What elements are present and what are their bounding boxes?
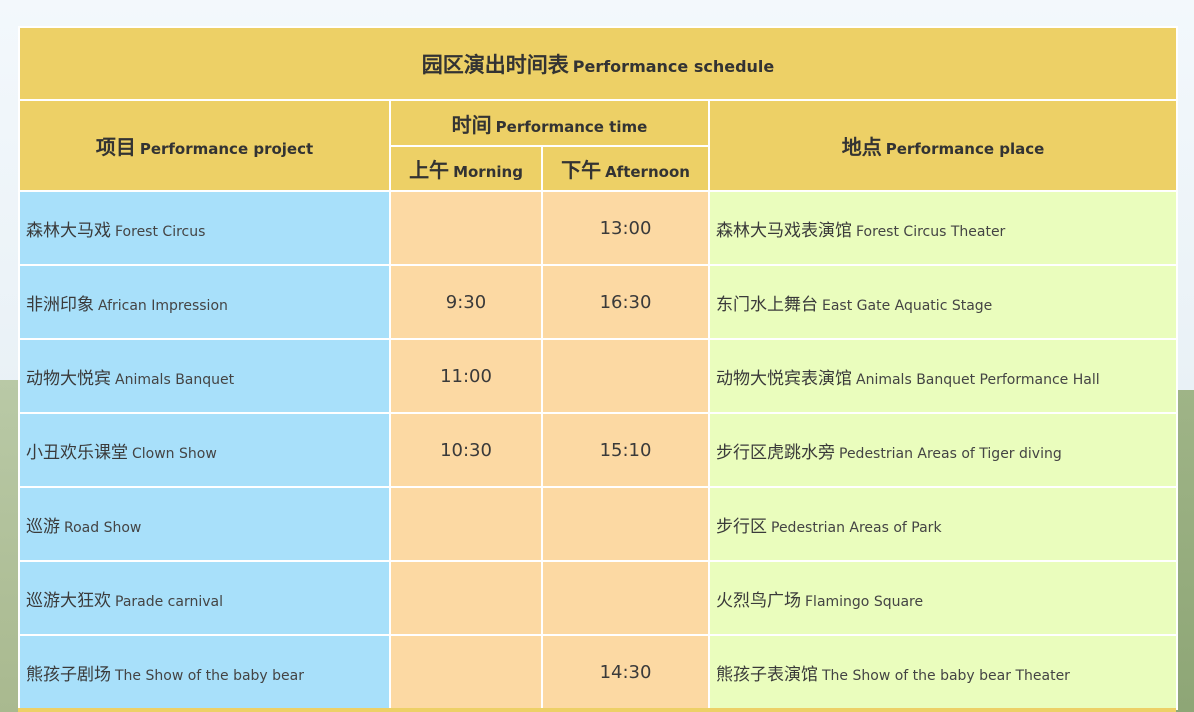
- project-cell: 巡游大狂欢 Parade carnival: [18, 560, 391, 636]
- place-cell: 东门水上舞台 East Gate Aquatic Stage: [707, 264, 1179, 340]
- project-name-en: Road Show: [64, 519, 142, 536]
- header-project-en: Performance project: [139, 140, 314, 158]
- project-name-en: African Impression: [98, 297, 228, 314]
- morning-time: 10:30: [389, 412, 543, 488]
- header-place-en: Performance place: [885, 140, 1045, 158]
- afternoon-time: [541, 486, 710, 562]
- header-afternoon-zh: 下午: [561, 158, 602, 182]
- table-title-zh: 园区演出时间表: [421, 52, 569, 77]
- project-cell: 熊孩子剧场 The Show of the baby bear: [18, 634, 391, 710]
- header-project: 项目 Performance project: [18, 99, 391, 192]
- project-name-en: The Show of the baby bear: [115, 667, 305, 684]
- morning-time: [389, 634, 543, 710]
- project-name-zh: 巡游大狂欢: [26, 590, 111, 611]
- place-name-zh: 火烈鸟广场: [716, 590, 801, 611]
- place-name-zh: 动物大悦宾表演馆: [716, 368, 852, 389]
- header-afternoon: 下午 Afternoon: [541, 145, 710, 192]
- performance-schedule-table: 园区演出时间表 Performance schedule 项目 Performanc…: [17, 26, 1179, 710]
- project-name-en: Forest Circus: [115, 223, 206, 240]
- table-title: 园区演出时间表 Performance schedule: [17, 26, 1179, 101]
- morning-time: [389, 486, 543, 562]
- project-name-zh: 森林大马戏: [26, 220, 111, 241]
- table-row: 动物大悦宾 Animals Banquet 11:00 动物大悦宾表演馆 Anima…: [18, 338, 1179, 414]
- afternoon-time: [541, 560, 710, 636]
- project-cell: 小丑欢乐课堂 Clown Show: [18, 412, 391, 488]
- header-time-zh: 时间: [451, 112, 492, 137]
- morning-time: 9:30: [389, 264, 543, 340]
- place-name-zh: 步行区: [716, 516, 767, 537]
- table-row: 非洲印象 African Impression 9:30 16:30 东门水上舞台…: [18, 264, 1179, 340]
- afternoon-time: 13:00: [541, 190, 710, 266]
- afternoon-time: 16:30: [541, 264, 710, 340]
- place-name-zh: 步行区虎跳水旁: [716, 442, 835, 463]
- project-name-zh: 巡游: [26, 516, 60, 537]
- place-cell: 火烈鸟广场 Flamingo Square: [707, 560, 1179, 636]
- place-cell: 动物大悦宾表演馆 Animals Banquet Performance Hall: [707, 338, 1179, 414]
- table-row: 巡游大狂欢 Parade carnival 火烈鸟广场 Flamingo Squar…: [18, 560, 1179, 636]
- project-name-en: Clown Show: [132, 445, 217, 462]
- project-name-zh: 小丑欢乐课堂: [26, 442, 128, 463]
- project-name-en: Parade carnival: [115, 593, 223, 610]
- header-morning-en: Morning: [453, 163, 523, 181]
- place-name-en: Pedestrian Areas of Tiger diving: [839, 445, 1062, 462]
- place-name-zh: 东门水上舞台: [716, 294, 818, 315]
- project-cell: 动物大悦宾 Animals Banquet: [18, 338, 391, 414]
- place-name-zh: 森林大马戏表演馆: [716, 220, 852, 241]
- project-cell: 森林大马戏 Forest Circus: [18, 190, 391, 266]
- afternoon-time: 14:30: [541, 634, 710, 710]
- place-cell: 熊孩子表演馆 The Show of the baby bear Theater: [707, 634, 1179, 710]
- table-title-en: Performance schedule: [572, 56, 775, 76]
- header-morning-zh: 上午: [409, 158, 450, 182]
- place-name-en: Flamingo Square: [805, 593, 924, 610]
- project-name-zh: 动物大悦宾: [26, 368, 111, 389]
- project-cell: 非洲印象 African Impression: [18, 264, 391, 340]
- project-name-en: Animals Banquet: [115, 371, 235, 388]
- morning-time: [389, 560, 543, 636]
- place-name-en: Animals Banquet Performance Hall: [856, 371, 1100, 388]
- header-morning: 上午 Morning: [389, 145, 543, 192]
- place-cell: 步行区 Pedestrian Areas of Park: [707, 486, 1179, 562]
- place-name-en: The Show of the baby bear Theater: [822, 667, 1070, 684]
- place-name-zh: 熊孩子表演馆: [716, 664, 818, 685]
- header-afternoon-en: Afternoon: [605, 163, 690, 181]
- header-time-en: Performance time: [495, 117, 648, 136]
- table-row: 小丑欢乐课堂 Clown Show 10:30 15:10 步行区虎跳水旁 Pede…: [18, 412, 1179, 488]
- place-cell: 森林大马戏表演馆 Forest Circus Theater: [707, 190, 1179, 266]
- place-name-en: Pedestrian Areas of Park: [771, 519, 942, 536]
- afternoon-time: [541, 338, 710, 414]
- table-row: 熊孩子剧场 The Show of the baby bear 14:30 熊孩子…: [18, 634, 1179, 710]
- place-cell: 步行区虎跳水旁 Pedestrian Areas of Tiger diving: [707, 412, 1179, 488]
- header-place: 地点 Performance place: [707, 99, 1179, 192]
- project-name-zh: 熊孩子剧场: [26, 664, 111, 685]
- header-project-zh: 项目: [95, 135, 136, 159]
- place-name-en: Forest Circus Theater: [856, 223, 1006, 240]
- place-name-en: East Gate Aquatic Stage: [822, 297, 993, 314]
- project-name-zh: 非洲印象: [26, 294, 94, 315]
- header-time: 时间 Performance time: [389, 99, 710, 147]
- morning-time: [389, 190, 543, 266]
- table-row: 森林大马戏 Forest Circus 13:00 森林大马戏表演馆 Forest …: [18, 190, 1179, 266]
- morning-time: 11:00: [389, 338, 543, 414]
- table-bottom-edge: [18, 708, 1176, 712]
- header-place-zh: 地点: [841, 135, 882, 159]
- table-row: 巡游 Road Show 步行区 Pedestrian Areas of Park: [18, 486, 1179, 562]
- afternoon-time: 15:10: [541, 412, 710, 488]
- project-cell: 巡游 Road Show: [18, 486, 391, 562]
